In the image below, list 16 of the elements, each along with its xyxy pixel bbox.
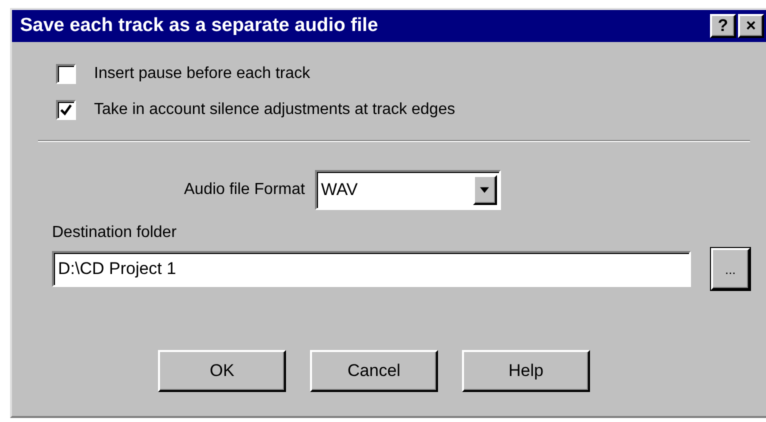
- close-button[interactable]: ×: [738, 14, 764, 38]
- destination-field[interactable]: D:\CD Project 1: [52, 251, 691, 287]
- checkbox-label: Insert pause before each track: [94, 65, 310, 83]
- window-title: Save each track as a separate audio file: [20, 15, 378, 37]
- destination-label: Destination folder: [52, 224, 177, 242]
- format-label: Audio file Format: [184, 181, 305, 199]
- checkbox-label: Take in account silence adjustments at track edges: [94, 101, 456, 119]
- checkbox[interactable]: [56, 100, 76, 120]
- format-dropdown[interactable]: WAV: [314, 170, 501, 210]
- dialog-button[interactable]: Help: [462, 350, 590, 392]
- help-button[interactable]: ?: [710, 14, 736, 38]
- dialog-button[interactable]: Cancel: [310, 350, 438, 392]
- browse-button[interactable]: ...: [710, 248, 750, 290]
- check-icon: [60, 104, 72, 116]
- checkbox[interactable]: [56, 64, 76, 84]
- dialog-button[interactable]: OK: [158, 350, 286, 392]
